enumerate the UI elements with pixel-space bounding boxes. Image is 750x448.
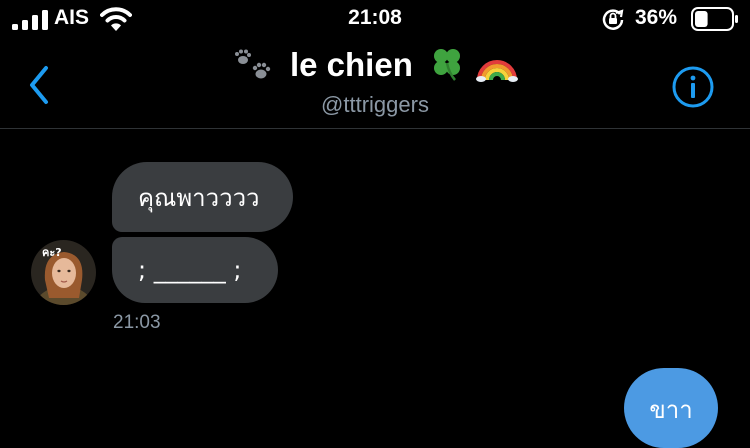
avatar-image: คะ? <box>31 240 96 305</box>
four-leaf-clover-icon <box>434 49 461 81</box>
battery-percent: 36% <box>635 6 678 29</box>
incoming-message-bubble[interactable]: คุณพาวววว <box>112 162 293 232</box>
message-text: คุณพาวววว <box>138 183 260 212</box>
incoming-message-bubble[interactable]: ; ______ ; <box>112 237 278 303</box>
message-text: ขาา <box>649 396 693 424</box>
conversation-name: le chien <box>289 46 413 83</box>
header-divider <box>0 128 750 129</box>
conversation-header: le chien @tttriggers <box>0 40 750 128</box>
status-bar: AIS 21:08 36% <box>0 0 750 40</box>
avatar-caption: คะ? <box>42 246 62 259</box>
message-text: ; ______ ; <box>138 256 242 284</box>
conversation-handle[interactable]: @tttriggers <box>0 92 750 118</box>
conversation-title[interactable]: le chien <box>0 46 750 84</box>
rotation-lock-icon <box>602 9 624 30</box>
sender-avatar[interactable]: คะ? <box>31 240 96 305</box>
paw-prints-icon <box>234 49 270 79</box>
outgoing-message-bubble[interactable]: ขาา <box>624 368 718 448</box>
message-timestamp: 21:03 <box>113 312 161 333</box>
battery-icon <box>691 7 738 31</box>
info-icon[interactable] <box>669 65 717 109</box>
rainbow-icon <box>476 60 519 82</box>
